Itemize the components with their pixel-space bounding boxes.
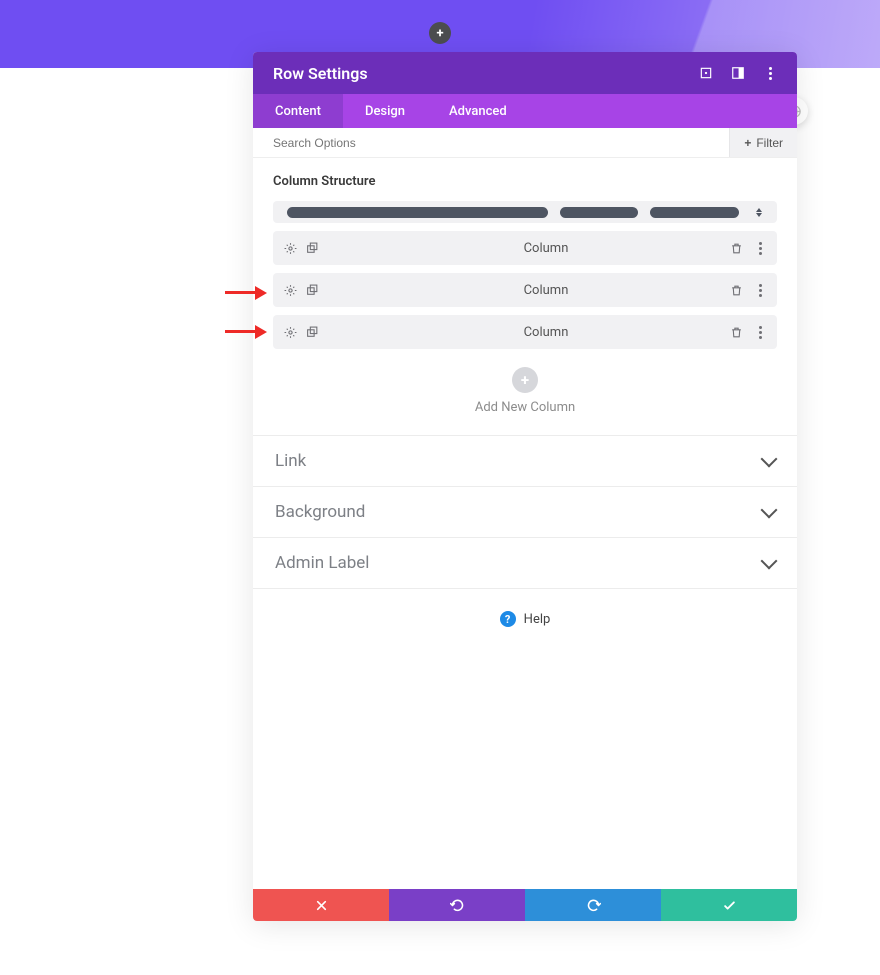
accordion-link[interactable]: Link (253, 435, 797, 486)
close-icon (315, 899, 328, 912)
tab-content[interactable]: Content (253, 94, 343, 128)
accordion-admin-label[interactable]: Admin Label (253, 537, 797, 588)
column-item[interactable]: Column (273, 315, 777, 349)
trash-icon[interactable] (729, 241, 743, 255)
structure-bar (560, 207, 638, 218)
expand-icon[interactable] (699, 66, 713, 80)
section-heading: Column Structure (273, 174, 777, 189)
panel-layout-icon[interactable] (731, 66, 745, 80)
cancel-button[interactable] (253, 889, 389, 921)
column-label: Column (363, 241, 729, 256)
duplicate-icon[interactable] (305, 283, 319, 297)
more-icon[interactable] (753, 325, 767, 339)
more-icon[interactable] (753, 283, 767, 297)
column-item[interactable]: Column (273, 231, 777, 265)
gear-icon[interactable] (283, 241, 297, 255)
row-settings-modal: Row Settings Content Design Advanced + F… (253, 52, 797, 921)
gear-icon[interactable] (283, 325, 297, 339)
redo-icon (586, 898, 601, 913)
help-icon: ? (500, 611, 516, 627)
column-item[interactable]: Column (273, 273, 777, 307)
redo-button[interactable] (525, 889, 661, 921)
structure-bar (650, 207, 739, 218)
add-column: + Add New Column (273, 367, 777, 415)
column-structure-selector[interactable] (273, 201, 777, 223)
modal-header: Row Settings (253, 52, 797, 94)
add-column-button[interactable]: + (512, 367, 538, 393)
more-icon[interactable] (763, 66, 777, 80)
filter-label: Filter (756, 136, 783, 150)
undo-icon (450, 898, 465, 913)
sort-icon (755, 208, 763, 217)
search-input[interactable] (253, 136, 729, 150)
column-label: Column (363, 325, 729, 340)
annotation-arrow (225, 286, 267, 300)
modal-title: Row Settings (273, 64, 699, 83)
help-row[interactable]: ? Help (253, 588, 797, 649)
check-icon (722, 898, 737, 913)
tabs: Content Design Advanced (253, 94, 797, 128)
modal-footer (253, 889, 797, 921)
help-label: Help (524, 612, 551, 627)
spacer (253, 649, 797, 889)
tab-design[interactable]: Design (343, 94, 427, 128)
gear-icon[interactable] (283, 283, 297, 297)
save-button[interactable] (661, 889, 797, 921)
trash-icon[interactable] (729, 283, 743, 297)
chevron-down-icon (761, 502, 778, 519)
duplicate-icon[interactable] (305, 325, 319, 339)
accordion-label: Link (275, 451, 306, 471)
accordion-label: Background (275, 502, 365, 522)
annotation-arrow (225, 325, 267, 339)
tab-advanced[interactable]: Advanced (427, 94, 529, 128)
structure-bar (287, 207, 548, 218)
chevron-down-icon (761, 553, 778, 570)
filter-button[interactable]: + Filter (729, 128, 797, 157)
plus-icon: + (744, 136, 751, 150)
accordion-label: Admin Label (275, 553, 369, 573)
trash-icon[interactable] (729, 325, 743, 339)
undo-button[interactable] (389, 889, 525, 921)
search-row: + Filter (253, 128, 797, 158)
duplicate-icon[interactable] (305, 241, 319, 255)
content-panel: Column Structure Column (253, 158, 797, 435)
banner-add-button[interactable]: + (429, 22, 451, 44)
accordion-background[interactable]: Background (253, 486, 797, 537)
add-column-label: Add New Column (273, 400, 777, 415)
chevron-down-icon (761, 451, 778, 468)
column-label: Column (363, 283, 729, 298)
more-icon[interactable] (753, 241, 767, 255)
